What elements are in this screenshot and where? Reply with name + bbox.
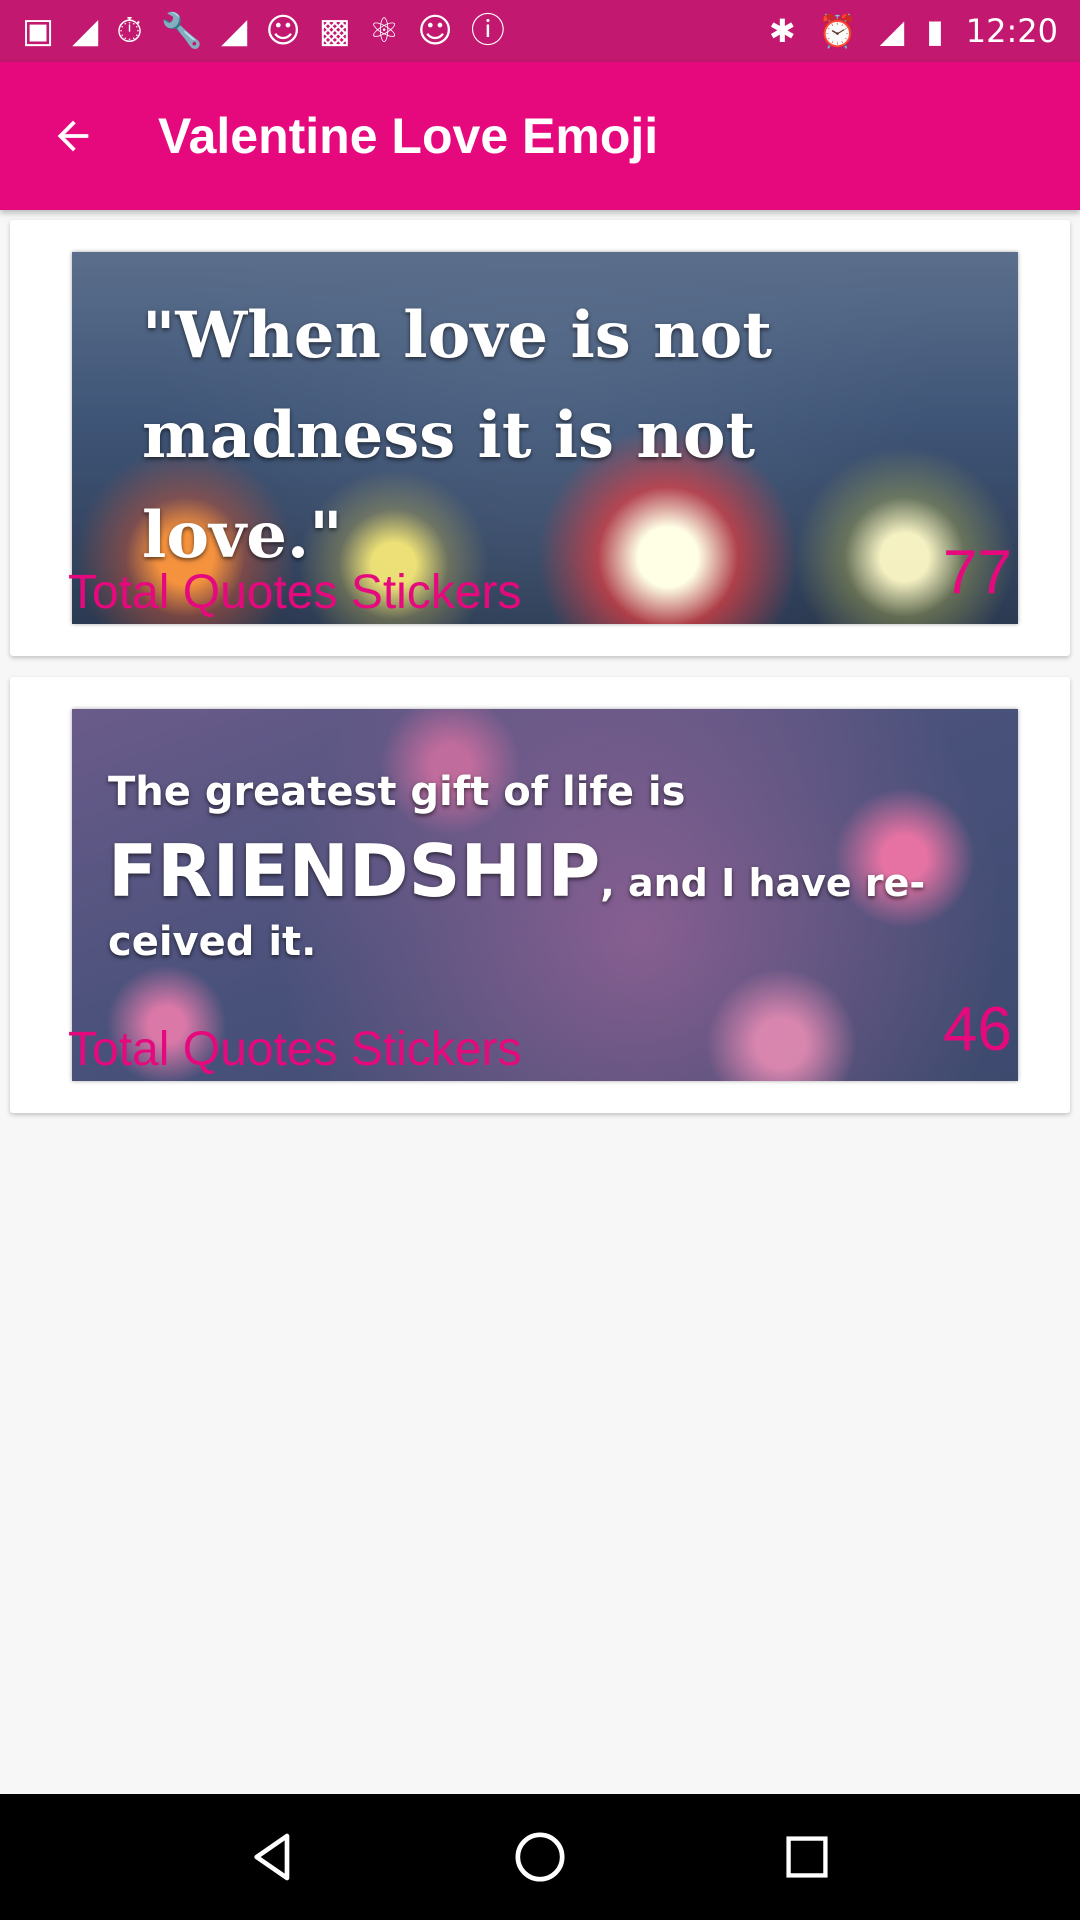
- nav-recents-button[interactable]: [757, 1807, 857, 1907]
- navigation-bar: [0, 1794, 1080, 1920]
- quote-category-card[interactable]: The greatest gift of life is FRIENDSHIP,…: [10, 677, 1070, 1113]
- card-count: 46: [943, 995, 1012, 1064]
- smiley-icon: ☺: [265, 11, 301, 51]
- bluetooth-icon: ✱: [768, 12, 796, 50]
- quote-emphasis: FRIENDSHIP: [108, 829, 601, 913]
- quote-category-card[interactable]: "When love is not madness it is not love…: [10, 220, 1070, 656]
- card-label: Total Quotes Stickers: [68, 1023, 522, 1076]
- notification-icons: ▣ ◢ ⏱ 🔧 ◢ ☺ ▩ ⚛ ☺ ⓘ: [22, 14, 769, 48]
- info-icon: ⓘ: [470, 11, 505, 51]
- card-label: Total Quotes Stickers: [68, 566, 522, 619]
- page-title: Valentine Love Emoji: [158, 108, 659, 164]
- quote-text: The greatest gift of life is FRIENDSHIP,…: [108, 769, 988, 965]
- arrow-back-icon: [57, 120, 89, 152]
- nav-back-button[interactable]: [223, 1807, 323, 1907]
- quote-line: ceived it.: [108, 919, 317, 965]
- nav-home-button[interactable]: [490, 1807, 590, 1907]
- back-button[interactable]: [18, 81, 128, 191]
- system-icons: ✱ ⏰ ◢ ▮ 12:20: [769, 12, 1058, 50]
- status-bar: ▣ ◢ ⏱ 🔧 ◢ ☺ ▩ ⚛ ☺ ⓘ ✱ ⏰ ◢ ▮ 12:20: [0, 0, 1080, 62]
- battery-icon: ▮: [926, 12, 944, 50]
- chat-icon: ▣: [22, 11, 55, 51]
- back-icon: [254, 1833, 290, 1881]
- card-count: 77: [943, 538, 1012, 607]
- quote-line: The greatest gift of life is: [108, 769, 686, 815]
- flipboard-icon: ◢: [221, 11, 248, 51]
- quote-fragment: , and I have re-: [600, 861, 926, 905]
- qt-icon: ▩: [318, 11, 351, 51]
- smiley-icon: ☺: [417, 11, 453, 51]
- signal-icon: ◢: [879, 12, 905, 50]
- timer-icon: ⏱: [116, 11, 143, 51]
- recents-icon: [786, 1836, 828, 1878]
- home-icon: [515, 1832, 565, 1882]
- translate-icon: ⚛: [368, 11, 400, 51]
- status-time: 12:20: [965, 12, 1058, 50]
- quote-line: "When love is not: [142, 298, 772, 373]
- wrench-icon: 🔧: [160, 11, 204, 51]
- app-bar: Valentine Love Emoji: [0, 62, 1080, 210]
- quote-line: FRIENDSHIP, and I have re-: [108, 829, 988, 913]
- flipboard-icon: ◢: [72, 11, 99, 51]
- quote-line: madness it is not love.": [142, 398, 756, 573]
- alarm-icon: ⏰: [817, 12, 858, 50]
